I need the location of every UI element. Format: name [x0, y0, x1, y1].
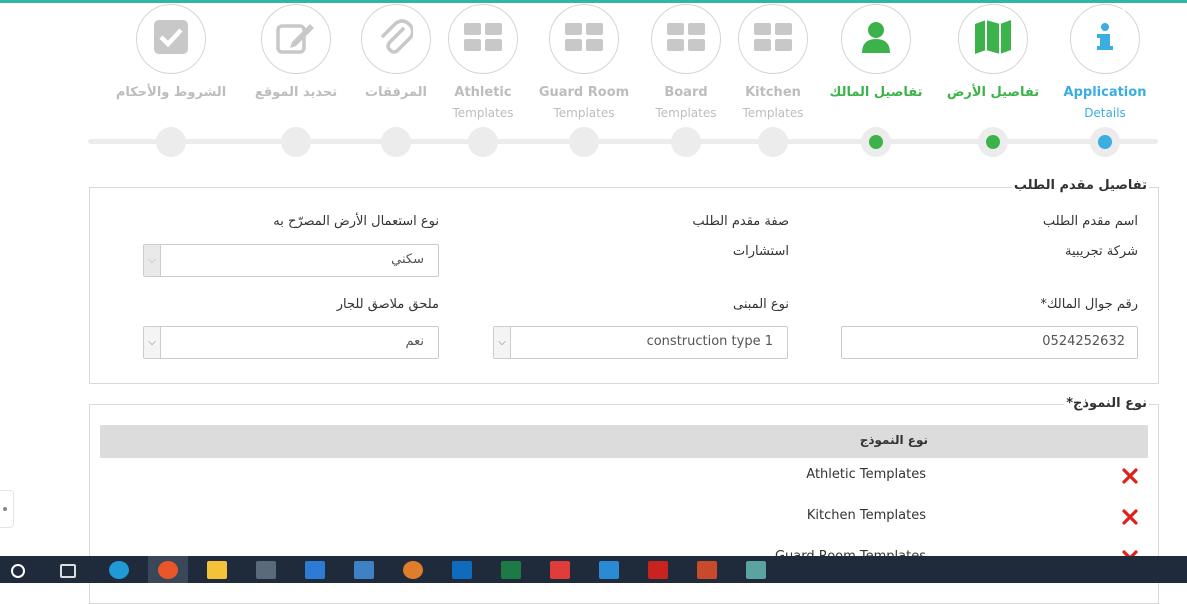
chevron-down-icon: ⌵ — [144, 245, 161, 276]
step-3-progress-dot-fill — [869, 135, 883, 149]
anydesk-icon[interactable] — [550, 561, 570, 579]
mail-icon[interactable] — [305, 561, 325, 579]
step-7-progress-dot — [468, 127, 498, 157]
top-accent-line — [0, 0, 1187, 3]
template-type-column-header: نوع النموذج — [859, 433, 928, 447]
template-row-name: Athletic Templates — [806, 467, 926, 482]
step-4-circle[interactable] — [738, 4, 808, 74]
acrobat-icon[interactable] — [648, 561, 668, 579]
info-icon — [1094, 22, 1116, 56]
step-6-progress-dot — [569, 127, 599, 157]
building-type-label: نوع المبنى — [733, 297, 789, 312]
delete-x-icon[interactable] — [1121, 508, 1139, 526]
land-use-select[interactable]: ⌵ سكني — [143, 244, 439, 277]
step-8-circle[interactable] — [361, 4, 431, 74]
grid-icon — [463, 22, 503, 56]
firefox-icon[interactable] — [158, 561, 178, 579]
task-view-icon[interactable] — [60, 564, 76, 578]
land-use-label: نوع استعمال الأرض المصرّح به — [273, 214, 439, 229]
chevron-down-icon: ⌵ — [494, 327, 511, 358]
templates-table-header: نوع النموذج — [100, 425, 1148, 458]
applicant-role-label: صفة مقدم الطلب — [692, 214, 789, 229]
edge-browser-icon[interactable] — [109, 561, 129, 579]
paperclip-icon — [379, 19, 415, 59]
outlook-icon[interactable] — [452, 561, 472, 579]
owner-mobile-value: 0524252632 — [1042, 334, 1125, 349]
app-icon-teal[interactable] — [746, 561, 766, 579]
tray-camera-icon[interactable]: ◉ — [1072, 5, 1082, 18]
tray-network-icon[interactable]: ▲ — [1119, 5, 1127, 18]
annex-label: ملحق ملاصق للجار — [336, 297, 439, 312]
side-feedback-tab[interactable] — [0, 490, 14, 528]
step-4-progress-dot — [758, 127, 788, 157]
step-2-circle[interactable] — [958, 4, 1028, 74]
step-3-label[interactable]: تفاصيل المالك — [816, 83, 936, 103]
step-2-progress-dot-fill — [986, 135, 1000, 149]
step-10-circle[interactable] — [136, 4, 206, 74]
step-1-label[interactable]: Application — [1045, 83, 1165, 103]
annex-select[interactable]: ⌵ نعم — [143, 326, 439, 359]
step-5-progress-dot — [671, 127, 701, 157]
step-1-progress-dot-fill — [1098, 135, 1112, 149]
building-type-select[interactable]: ⌵ construction type 1 — [493, 326, 788, 359]
excel-icon[interactable] — [501, 561, 521, 579]
step-8-progress-dot — [381, 127, 411, 157]
grid-icon — [564, 22, 604, 56]
app-icon-orange[interactable] — [403, 561, 423, 579]
file-explorer-icon[interactable] — [207, 561, 227, 579]
building-type-select-value: construction type 1 — [646, 334, 773, 349]
step-2-progress-dot — [978, 127, 1008, 157]
template-row-name: Kitchen Templates — [806, 508, 926, 523]
delete-x-icon[interactable] — [1121, 467, 1139, 485]
step-7-sublabel: Templates — [452, 106, 514, 120]
templates-legend: نوع النموذج* — [1064, 396, 1149, 411]
tray-battery-icon[interactable]: ▮ — [1095, 5, 1101, 18]
windows-search-icon[interactable] — [11, 564, 25, 578]
step-6-circle[interactable] — [549, 4, 619, 74]
step-5-sublabel: Templates — [655, 106, 717, 120]
store-icon[interactable] — [256, 561, 276, 579]
chevron-down-icon: ⌵ — [144, 327, 161, 358]
edit-icon — [276, 20, 316, 58]
step-7-circle[interactable] — [448, 4, 518, 74]
applicant-name-label: اسم مقدم الطلب — [1042, 214, 1138, 229]
step-9-progress-dot — [281, 127, 311, 157]
applicant-role-value: استشارات — [732, 244, 789, 259]
step-2-label[interactable]: تفاصيل الأرض — [933, 83, 1053, 103]
step-10-progress-dot — [156, 127, 186, 157]
applicant-details-legend: تفاصيل مقدم الطلب — [1011, 178, 1149, 193]
grid-icon — [753, 22, 793, 56]
step-5-circle[interactable] — [651, 4, 721, 74]
map-icon — [973, 18, 1013, 60]
photos-icon[interactable] — [599, 561, 619, 579]
grid-icon — [666, 22, 706, 56]
step-1-progress-dot — [1090, 127, 1120, 157]
tray-language[interactable]: ENG — [1166, 5, 1187, 18]
step-9-label[interactable]: تحديد الموقع — [236, 83, 356, 103]
checkbox-icon — [153, 19, 189, 59]
step-10-label[interactable]: الشروط والأحكام — [111, 83, 231, 103]
owner-mobile-label: رقم جوال المالك* — [1040, 297, 1138, 312]
land-use-select-value: سكني — [391, 252, 424, 267]
tray-chevron-icon[interactable]: ⌃ — [1047, 5, 1057, 19]
annex-select-value: نعم — [405, 334, 424, 349]
owner-mobile-field[interactable]: 0524252632 — [841, 326, 1138, 359]
user-icon — [859, 20, 893, 58]
app-icon-blue[interactable] — [354, 561, 374, 579]
step-9-circle[interactable] — [261, 4, 331, 74]
step-3-circle[interactable] — [841, 4, 911, 74]
step-3-progress-dot — [861, 127, 891, 157]
step-5-label[interactable]: Board — [626, 83, 746, 103]
tray-volume-icon[interactable]: ♬ — [1142, 5, 1152, 18]
step-1-sublabel: Details — [1084, 106, 1126, 120]
applicant-name-value: شركة تجريبية — [1065, 244, 1138, 259]
powerpoint-icon[interactable] — [697, 561, 717, 579]
